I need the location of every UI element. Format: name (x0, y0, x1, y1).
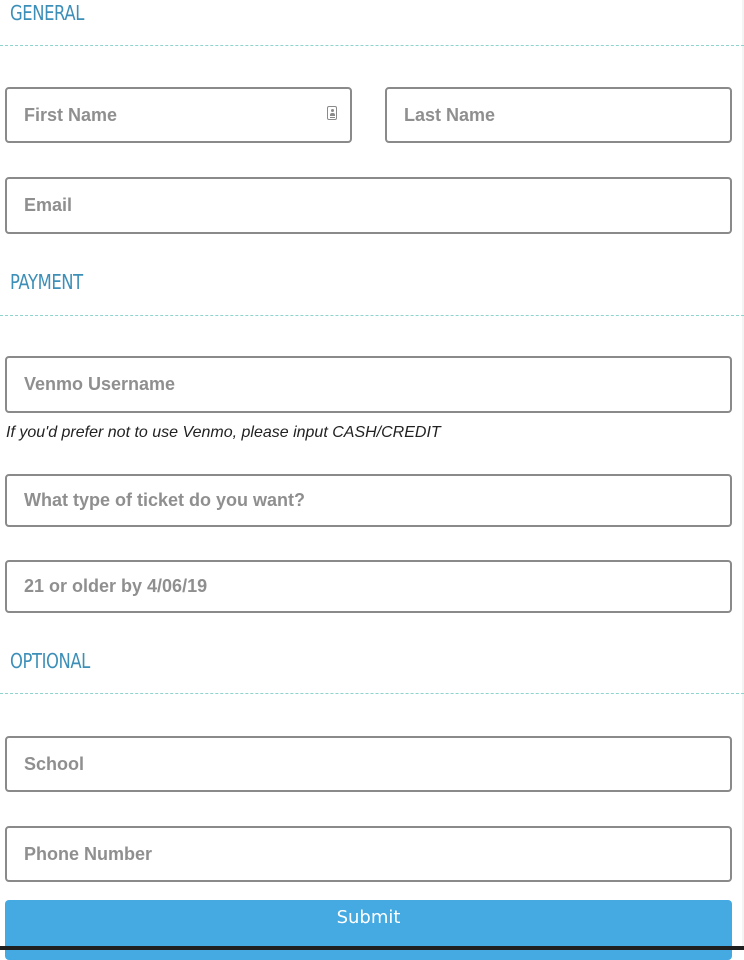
contact-card-icon[interactable] (327, 106, 337, 120)
school-input[interactable] (5, 736, 732, 792)
venmo-username-input[interactable] (5, 356, 732, 413)
email-input[interactable] (5, 177, 732, 234)
first-name-input[interactable] (5, 87, 352, 143)
section-divider-payment (0, 315, 744, 316)
phone-number-input[interactable] (5, 826, 732, 882)
section-title-payment: PAYMENT (10, 270, 83, 294)
viewport-bottom-bar (0, 946, 744, 950)
last-name-input[interactable] (385, 87, 732, 143)
age-confirmation-input[interactable] (5, 560, 732, 613)
section-divider-optional (0, 693, 744, 694)
section-divider-general (0, 45, 744, 46)
venmo-help-text: If you'd prefer not to use Venmo, please… (6, 424, 441, 441)
ticket-type-input[interactable] (5, 474, 732, 527)
submit-button[interactable]: Submit (5, 900, 732, 960)
section-title-general: GENERAL (10, 1, 84, 25)
section-title-optional: OPTIONAL (10, 649, 90, 673)
